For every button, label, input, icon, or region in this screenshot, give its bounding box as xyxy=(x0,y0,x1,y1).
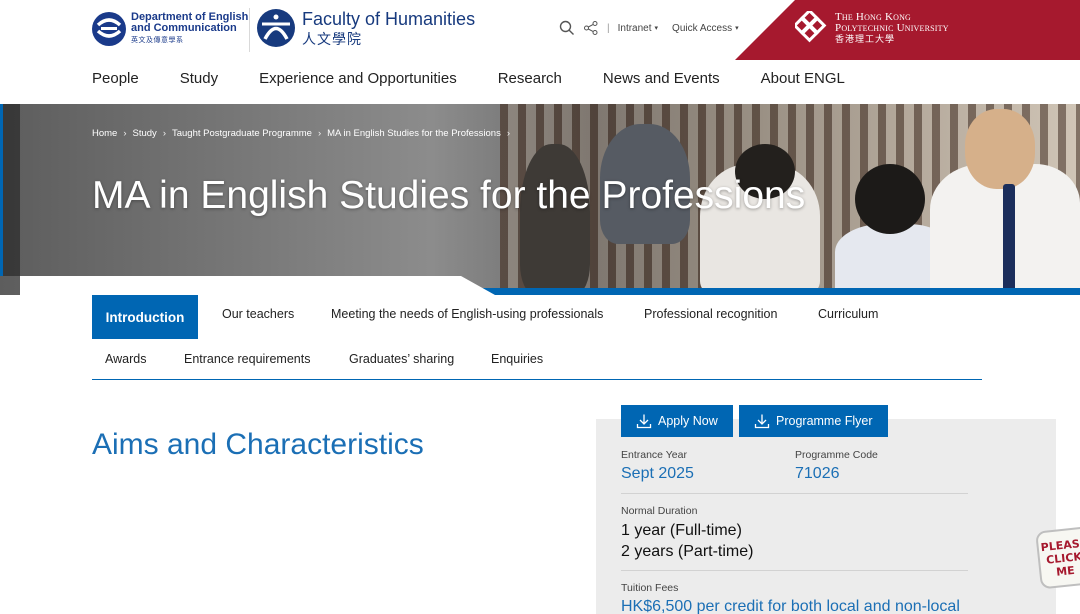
main-nav: People Study Experience and Opportunitie… xyxy=(92,70,886,87)
search-icon[interactable] xyxy=(559,20,575,36)
info-divider xyxy=(621,493,968,494)
tab-enquiries[interactable]: Enquiries xyxy=(491,352,543,366)
hero-bottom-blue xyxy=(470,288,1080,295)
programme-code-value: 71026 xyxy=(795,465,840,482)
intranet-label: Intranet xyxy=(617,22,652,34)
entrance-year-label: Entrance Year xyxy=(621,449,687,461)
chevron-down-icon: ▾ xyxy=(654,25,659,32)
nav-item-people[interactable]: People xyxy=(92,70,139,87)
duration-part-time: 2 years (Part-time) xyxy=(621,543,754,560)
nav-item-experience[interactable]: Experience and Opportunities xyxy=(259,70,457,87)
breadcrumb-home[interactable]: Home xyxy=(92,128,117,139)
nav-item-news-events[interactable]: News and Events xyxy=(603,70,720,87)
faculty-name-zh: 人文學院 xyxy=(302,31,362,47)
polyu-logo-icon xyxy=(795,11,827,43)
tuition-value: HK$6,500 per credit for both local and n… xyxy=(621,598,960,614)
quick-access-menu[interactable]: Quick Access ▾ xyxy=(672,23,739,34)
tuition-label: Tuition Fees xyxy=(621,582,679,594)
breadcrumb: Home › Study › Taught Postgraduate Progr… xyxy=(92,128,510,139)
download-icon xyxy=(636,413,652,429)
hero-image-person xyxy=(855,164,925,234)
polyu-name-line1: The Hong Kong xyxy=(835,10,912,23)
polyu-name-line2: Polytechnic University xyxy=(835,21,949,34)
intranet-menu[interactable]: Intranet ▾ xyxy=(618,23,658,34)
apply-now-label: Apply Now xyxy=(658,414,718,428)
tab-awards[interactable]: Awards xyxy=(105,352,146,366)
dept-logo-icon xyxy=(92,12,126,46)
tab-introduction[interactable]: Introduction xyxy=(92,295,198,339)
tab-meeting-needs[interactable]: Meeting the needs of English-using profe… xyxy=(331,307,603,321)
programme-flyer-button[interactable]: Programme Flyer xyxy=(739,405,888,437)
duration-full-time: 1 year (Full-time) xyxy=(621,522,742,539)
polyu-logo[interactable]: The Hong Kong Polytechnic University 香港理… xyxy=(795,11,949,45)
info-divider xyxy=(621,570,968,571)
dept-logo[interactable]: Department of English and Communication … xyxy=(91,11,248,47)
download-icon xyxy=(754,413,770,429)
entrance-year-value: Sept 2025 xyxy=(621,465,694,482)
breadcrumb-current[interactable]: MA in English Studies for the Profession… xyxy=(327,128,501,139)
chevron-down-icon: ▾ xyxy=(735,25,739,32)
faculty-name: Faculty of Humanities xyxy=(302,9,476,29)
utility-separator: | xyxy=(607,22,610,34)
chevron-right-icon: › xyxy=(506,128,511,139)
page-title: MA in English Studies for the Profession… xyxy=(92,174,806,217)
programme-flyer-label: Programme Flyer xyxy=(776,414,873,428)
polyu-name-zh: 香港理工大學 xyxy=(835,33,896,44)
hero-image-person xyxy=(1003,184,1015,294)
dept-name-line2: and Communication xyxy=(131,22,237,34)
tab-curriculum[interactable]: Curriculum xyxy=(818,307,878,321)
hero-accent-blue xyxy=(0,104,3,276)
section-title: Aims and Characteristics xyxy=(92,428,424,461)
breadcrumb-study[interactable]: Study xyxy=(133,128,157,139)
nav-item-research[interactable]: Research xyxy=(498,70,562,87)
tab-entrance-requirements[interactable]: Entrance requirements xyxy=(184,352,310,366)
hero-bottom-edge xyxy=(455,276,495,295)
breadcrumb-tpg[interactable]: Taught Postgraduate Programme xyxy=(172,128,312,139)
site-header: Department of English and Communication … xyxy=(0,0,1080,60)
hero-image-person xyxy=(965,109,1035,189)
faculty-logo[interactable]: Faculty of Humanities 人文學院 xyxy=(256,8,475,48)
dept-name-zh: 英文及傳意學系 xyxy=(131,37,184,44)
chevron-right-icon: › xyxy=(162,128,166,139)
tab-our-teachers[interactable]: Our teachers xyxy=(222,307,294,321)
quick-access-label: Quick Access xyxy=(672,22,733,34)
share-icon[interactable] xyxy=(583,20,599,36)
hero-image-person xyxy=(520,144,590,294)
chevron-right-icon: › xyxy=(123,128,127,139)
utility-bar: | Intranet ▾ Quick Access ▾ xyxy=(559,20,739,36)
please-click-me-badge[interactable]: PLEASE CLICK ME xyxy=(1035,526,1080,590)
tabs-underline xyxy=(92,379,982,380)
nav-item-about[interactable]: About ENGL xyxy=(761,70,845,87)
nav-item-study[interactable]: Study xyxy=(180,70,218,87)
faculty-logo-icon xyxy=(257,9,295,47)
logo-divider xyxy=(249,8,250,52)
tab-professional-recognition[interactable]: Professional recognition xyxy=(644,307,777,321)
apply-now-button[interactable]: Apply Now xyxy=(621,405,733,437)
hero-bottom-edge xyxy=(20,276,460,295)
chevron-right-icon: › xyxy=(317,128,322,139)
tab-graduates-sharing[interactable]: Graduates’ sharing xyxy=(349,352,454,366)
hero-accent xyxy=(3,104,20,276)
duration-label: Normal Duration xyxy=(621,505,698,517)
programme-code-label: Programme Code xyxy=(795,449,878,461)
